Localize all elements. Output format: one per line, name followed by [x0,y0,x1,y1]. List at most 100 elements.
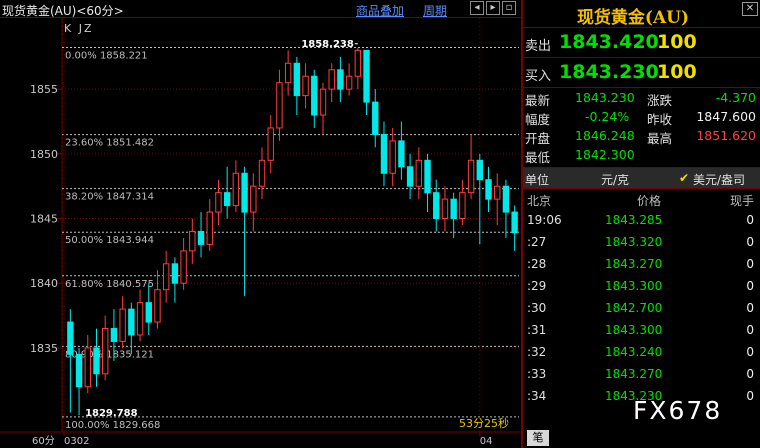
candle-up [215,192,222,213]
y-tick-label: 1835 [30,342,58,355]
unit-label: 单位 [525,173,550,187]
nav-left-icon[interactable]: ◂ [470,1,484,15]
candle-up [189,230,196,252]
ticks-head-vol: 现手 [729,194,754,208]
tick-price: 1842.700 [605,301,663,315]
tick-time: 19:06 [527,213,562,227]
pct-label: 幅度 [525,112,551,127]
fib-level-label: 61.80% 1840.575 [65,279,154,290]
prev-close-label: 昨收 [647,112,673,127]
ticks-tab[interactable]: 笔 [527,430,549,446]
tick-time: :29 [527,279,547,293]
candle-down [337,69,344,90]
tick-price: 1843.270 [605,257,663,271]
low-value: 1842.300 [575,147,635,162]
tick-price: 1843.300 [605,323,663,337]
candle-down [171,263,179,284]
candle-down [476,159,483,181]
buy-price: 1843.230 [559,61,659,83]
open-label: 开盘 [525,131,551,146]
tick-price: 1843.240 [605,345,663,359]
tick-volume: 0 [746,301,754,315]
ticks-header: 北京 价格 现手 [523,189,760,209]
candle-up [154,289,161,323]
tick-time: :27 [527,235,547,249]
zoom-icon[interactable]: ▫ [502,1,516,15]
open-value: 1846.248 [575,128,635,143]
candle-up [284,62,292,84]
tick-volume: 0 [746,323,754,337]
chart-title: 现货黄金(AU)<60分> [2,4,124,18]
tick-row: :33 1843.270 0 [523,363,760,385]
tick-price: 1843.320 [605,235,663,249]
candle-down [93,347,100,375]
sell-price: 1843.420 [559,31,659,53]
candle-down [380,133,388,174]
ticks-head-place: 北京 [527,194,552,208]
tick-time: :33 [527,367,547,381]
high-marker: 1858.238 [301,39,354,50]
unit-option[interactable]: 美元/盎司 [693,171,745,188]
candle-down [485,179,492,200]
fib-level-label: 0.00% 1858.221 [65,50,148,61]
candle-up [162,263,170,291]
period-link[interactable]: 周期 [423,2,447,19]
candle-down [128,308,135,336]
tick-row: :27 1843.320 0 [523,231,760,253]
sell-row: 卖出 1843.420 100 [523,28,760,58]
candle-up [441,198,449,220]
quote-stats: 最新 1843.230 涨跌 -4.370 幅度 -0.24% 昨收 1847.… [523,88,760,168]
candle-up [102,328,109,375]
check-icon[interactable]: ✔ [679,171,689,185]
tick-volume: 0 [746,345,754,359]
y-tick-label: 1840 [30,277,58,290]
candle-up [84,347,91,388]
nav-right-icon[interactable]: ▸ [486,1,500,15]
tick-price: 1843.270 [605,367,663,381]
tick-volume: 0 [746,235,754,249]
x-tick-label: 0302 [64,436,89,447]
candle-up [345,75,353,90]
quote-title: 现货黄金(AU) [576,8,690,28]
candlestick-chart[interactable]: 1855 1850 1845 1840 1835 0.00% 1858.221 23.60%… [0,0,521,448]
candle-up [276,82,283,129]
candle-up [180,250,187,284]
tick-row: :29 1843.300 0 [523,275,760,297]
candle-down [424,159,431,194]
candle-down [511,211,518,234]
quote-panel: 现货黄金(AU) ✕ 卖出 1843.420 100 买入 1843.230 1… [521,0,760,448]
candle-down [363,49,370,103]
overlay-link[interactable]: 商品叠加 [356,2,404,19]
x-tick-label: 04 [480,436,493,447]
candle-down [406,166,414,187]
indicator-label[interactable]: K JZ [64,22,94,35]
candle-up [136,302,144,336]
tick-time: :28 [527,257,547,271]
low-label: 最低 [525,150,551,165]
sell-label: 卖出 [525,39,552,54]
fib-level-label: 100.00% 1829.668 [65,420,160,431]
chart-panel[interactable]: 1855 1850 1845 1840 1835 0.00% 1858.221 23.60%… [0,0,521,448]
buy-volume: 100 [657,61,697,83]
close-icon[interactable]: ✕ [742,2,758,16]
tick-volume: 0 [746,367,754,381]
unit-value: 元/克 [601,173,630,187]
unit-row[interactable]: 单位 元/克 ✔ 美元/盎司 [523,168,760,189]
candle-down [372,101,379,135]
candle-up [494,185,501,200]
candle-up [467,159,475,194]
ticks-list: 19:06 1843.285 0:27 1843.320 0:28 1843.270 0:2… [523,209,760,407]
tick-volume: 0 [746,257,754,271]
candle-down [502,185,510,213]
candle-down [110,328,118,342]
change-label: 涨跌 [647,93,673,108]
candle-up [302,75,309,97]
candle-up [319,88,327,116]
candle-down [67,321,74,355]
candle-up [415,159,423,187]
tick-row: :28 1843.270 0 [523,253,760,275]
period-label: 60分 [32,435,55,447]
quote-header: 现货黄金(AU) ✕ [523,0,760,28]
prev-close-value: 1847.600 [696,109,756,124]
candle-down [450,198,457,220]
